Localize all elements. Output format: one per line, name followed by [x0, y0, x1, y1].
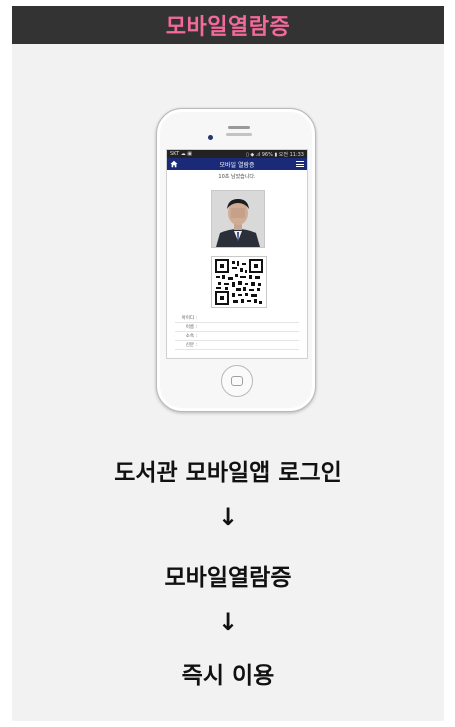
phone-speaker [228, 126, 250, 129]
timer-text: 10초 남았습니다. [218, 174, 256, 180]
app-title: 모바일 열람증 [219, 161, 255, 169]
step-app-login: 도서관 모바일앱 로그인 [114, 460, 342, 486]
status-left: SKT ☁ ▣ [170, 151, 193, 157]
phone-mockup: SKT ☁ ▣ ▯ ◆ .ıl 96% ▮ 오전 11:33 모바일 열람증 1… [156, 108, 316, 412]
app-bar: 모바일 열람증 [167, 158, 307, 170]
id-photo [211, 190, 265, 248]
field-label-status: 신분 : [185, 343, 197, 348]
qr-code-icon [215, 259, 263, 305]
field-row: 이름 : [175, 323, 299, 332]
page-header: 모바일열람증 [12, 6, 444, 44]
home-button-icon [231, 376, 243, 386]
phone-screen: SKT ☁ ▣ ▯ ◆ .ıl 96% ▮ 오전 11:33 모바일 열람증 1… [166, 149, 308, 359]
phone-home-button [221, 365, 253, 397]
field-row: 아이디 : [175, 314, 299, 323]
field-row: 소속 : [175, 332, 299, 341]
down-arrow-icon: ↓ [217, 503, 239, 531]
field-label-name: 이름 : [185, 325, 197, 330]
status-right: ▯ ◆ .ıl 96% ▮ 오전 11:33 [246, 151, 304, 158]
field-label-id: 아이디 : [181, 316, 197, 321]
step-instant-use: 즉시 이용 [181, 663, 275, 689]
phone-earpiece [226, 133, 252, 136]
home-icon [170, 160, 178, 168]
field-label-affiliation: 소속 : [185, 334, 197, 339]
menu-icon [296, 161, 304, 167]
phone-camera [208, 135, 213, 140]
status-bar: SKT ☁ ▣ ▯ ◆ .ıl 96% ▮ 오전 11:33 [167, 150, 307, 158]
person-photo-icon [212, 191, 264, 247]
qr-code [211, 256, 267, 308]
field-row: 신분 : [175, 341, 299, 350]
down-arrow-icon: ↓ [217, 608, 239, 636]
step-mobile-pass: 모바일열람증 [164, 565, 292, 591]
info-fields: 아이디 : 이름 : 소속 : 신분 : [175, 314, 299, 350]
page-title: 모바일열람증 [165, 15, 291, 40]
